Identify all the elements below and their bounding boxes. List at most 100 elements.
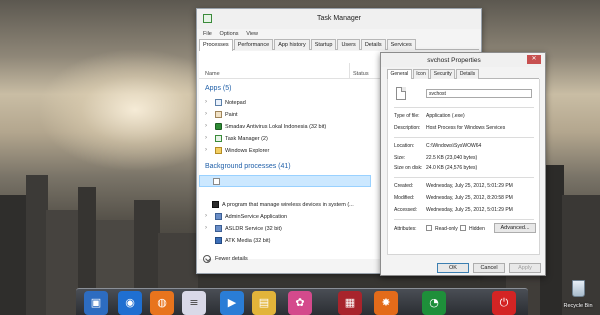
tab-icon[interactable]: Icon <box>412 69 430 79</box>
advanced-button[interactable]: Advanced... <box>494 223 536 233</box>
accessed-label: Accessed: <box>394 207 418 213</box>
process-row[interactable]: › ASLDR Service (32 bit) <box>199 223 369 235</box>
size-label: Size: <box>394 155 406 161</box>
process-row[interactable]: › Task Manager (2) <box>199 133 369 145</box>
glyph: ▣ <box>90 296 102 309</box>
title-bar[interactable]: svchost Properties ✕ <box>381 53 545 67</box>
tab-strip: Processes Performance App history Startu… <box>199 39 479 51</box>
process-name: Notepad <box>225 100 246 106</box>
tab-users[interactable]: Users <box>337 39 360 50</box>
apply-button[interactable]: Apply <box>509 263 541 273</box>
firefox-icon[interactable]: ◍ <box>150 291 174 315</box>
atk-media-icon <box>215 237 222 244</box>
read-only-checkbox[interactable] <box>426 225 432 231</box>
process-name: Task Manager (2) <box>225 136 268 142</box>
apps-group-header: Apps (5) <box>205 85 232 92</box>
recycle-bin-icon <box>572 280 585 297</box>
power-icon[interactable]: ⏻ <box>492 291 516 315</box>
size-on-disk-value: 24.0 KB (24,576 bytes) <box>426 165 478 171</box>
chevron-right-icon[interactable]: › <box>205 123 207 129</box>
divider <box>394 177 534 178</box>
process-row[interactable]: › AdminService Application <box>199 211 369 223</box>
paint-icon <box>215 111 222 118</box>
cancel-button[interactable]: Cancel <box>473 263 505 273</box>
fewer-details-button[interactable]: Fewer details <box>199 253 319 267</box>
process-name: Smadav Antivirus Lokal Indonesia (32 bit… <box>225 124 327 130</box>
chevron-right-icon[interactable]: › <box>205 135 207 141</box>
file-icon <box>396 87 406 100</box>
notes-icon[interactable]: ≡ <box>182 291 206 315</box>
glyph: ⏻ <box>499 296 509 309</box>
type-label: Type of file: <box>394 113 420 119</box>
size-on-disk-label: Size on disk: <box>394 165 423 171</box>
read-only-label: Read-only <box>435 226 458 232</box>
column-name[interactable]: Name <box>205 71 220 77</box>
process-row[interactable]: › Windows Explorer <box>199 145 369 157</box>
ok-button[interactable]: OK <box>437 263 469 273</box>
chevron-right-icon[interactable]: › <box>205 99 207 105</box>
glyph: ✸ <box>381 296 391 309</box>
process-row-selected[interactable] <box>199 175 371 187</box>
files-icon[interactable]: ▤ <box>252 291 276 315</box>
process-row[interactable]: › Paint <box>199 109 369 121</box>
process-row[interactable]: › Notepad <box>199 97 369 109</box>
created-value: Wednesday, July 25, 2012, 5:01:29 PM <box>426 183 513 189</box>
chevron-right-icon[interactable]: › <box>205 225 207 231</box>
tab-startup[interactable]: Startup <box>310 39 337 50</box>
recycle-bin-label: Recycle Bin <box>563 303 593 309</box>
speedometer-icon[interactable]: ◔ <box>422 291 446 315</box>
close-icon[interactable]: ✕ <box>527 55 541 64</box>
chevron-right-icon[interactable]: › <box>205 147 207 153</box>
chevron-right-icon[interactable]: › <box>205 213 207 219</box>
tab-details[interactable]: Details <box>360 39 386 50</box>
tab-app-history[interactable]: App history <box>274 39 310 50</box>
tab-security[interactable]: Security <box>430 69 456 79</box>
process-row[interactable]: › Smadav Antivirus Lokal Indonesia (32 b… <box>199 121 369 133</box>
tab-details[interactable]: Details <box>456 69 479 79</box>
size-value: 22.5 KB (23,040 bytes) <box>426 155 478 161</box>
column-divider[interactable] <box>349 63 350 79</box>
process-name: Windows Explorer <box>225 148 270 154</box>
monitor-icon[interactable]: ▣ <box>84 291 108 315</box>
glyph: ▶ <box>227 296 237 309</box>
process-row[interactable]: A program that manage wireless devices i… <box>199 199 369 211</box>
location-label: Location: <box>394 143 415 149</box>
tools-icon[interactable]: ✸ <box>374 291 398 315</box>
chevron-up-icon <box>203 255 211 263</box>
admin-service-icon <box>215 213 222 220</box>
dock: ▣ ◉ ◍ ≡ ▶ ▤ ✿ ▦ ✸ ◔ ⏻ <box>76 288 528 315</box>
process-row[interactable]: ATK Media (32 bit) <box>199 235 369 247</box>
winrar-icon[interactable]: ▦ <box>338 291 362 315</box>
smadav-icon <box>215 123 222 130</box>
properties-dialog: svchost Properties ✕ General Icon Securi… <box>380 52 546 276</box>
attributes-label: Attributes: <box>394 226 417 232</box>
hidden-checkbox[interactable] <box>460 225 466 231</box>
description-value: Host Process for Windows Services <box>426 125 506 131</box>
tab-strip: General Icon Security Details <box>387 69 539 80</box>
title-bar[interactable]: Task Manager <box>197 9 481 29</box>
divider <box>394 219 534 220</box>
chevron-right-icon[interactable]: › <box>205 111 207 117</box>
menu-view[interactable]: View <box>246 29 258 39</box>
tab-services[interactable]: Services <box>386 39 416 50</box>
asldr-icon <box>215 225 222 232</box>
media-player-icon[interactable]: ▶ <box>220 291 244 315</box>
modified-label: Modified: <box>394 195 415 201</box>
globe-icon[interactable]: ◉ <box>118 291 142 315</box>
general-panel: svchost Type of file: Application (.exe)… <box>387 79 540 255</box>
created-label: Created: <box>394 183 414 189</box>
folder-icon <box>215 147 222 154</box>
tab-processes[interactable]: Processes <box>199 39 233 51</box>
menu-file[interactable]: File <box>203 29 212 39</box>
tab-performance[interactable]: Performance <box>233 39 274 50</box>
process-name: ASLDR Service (32 bit) <box>225 226 282 232</box>
recycle-bin[interactable]: Recycle Bin <box>560 278 596 314</box>
picasa-icon[interactable]: ✿ <box>288 291 312 315</box>
file-name-field[interactable]: svchost <box>426 89 532 98</box>
column-status[interactable]: Status <box>353 71 369 77</box>
location-value: C:\Windows\SysWOW64 <box>426 143 482 149</box>
wireless-icon <box>212 201 219 208</box>
glyph: ◉ <box>125 296 135 309</box>
glyph: ◍ <box>157 296 167 309</box>
menu-options[interactable]: Options <box>220 29 239 39</box>
